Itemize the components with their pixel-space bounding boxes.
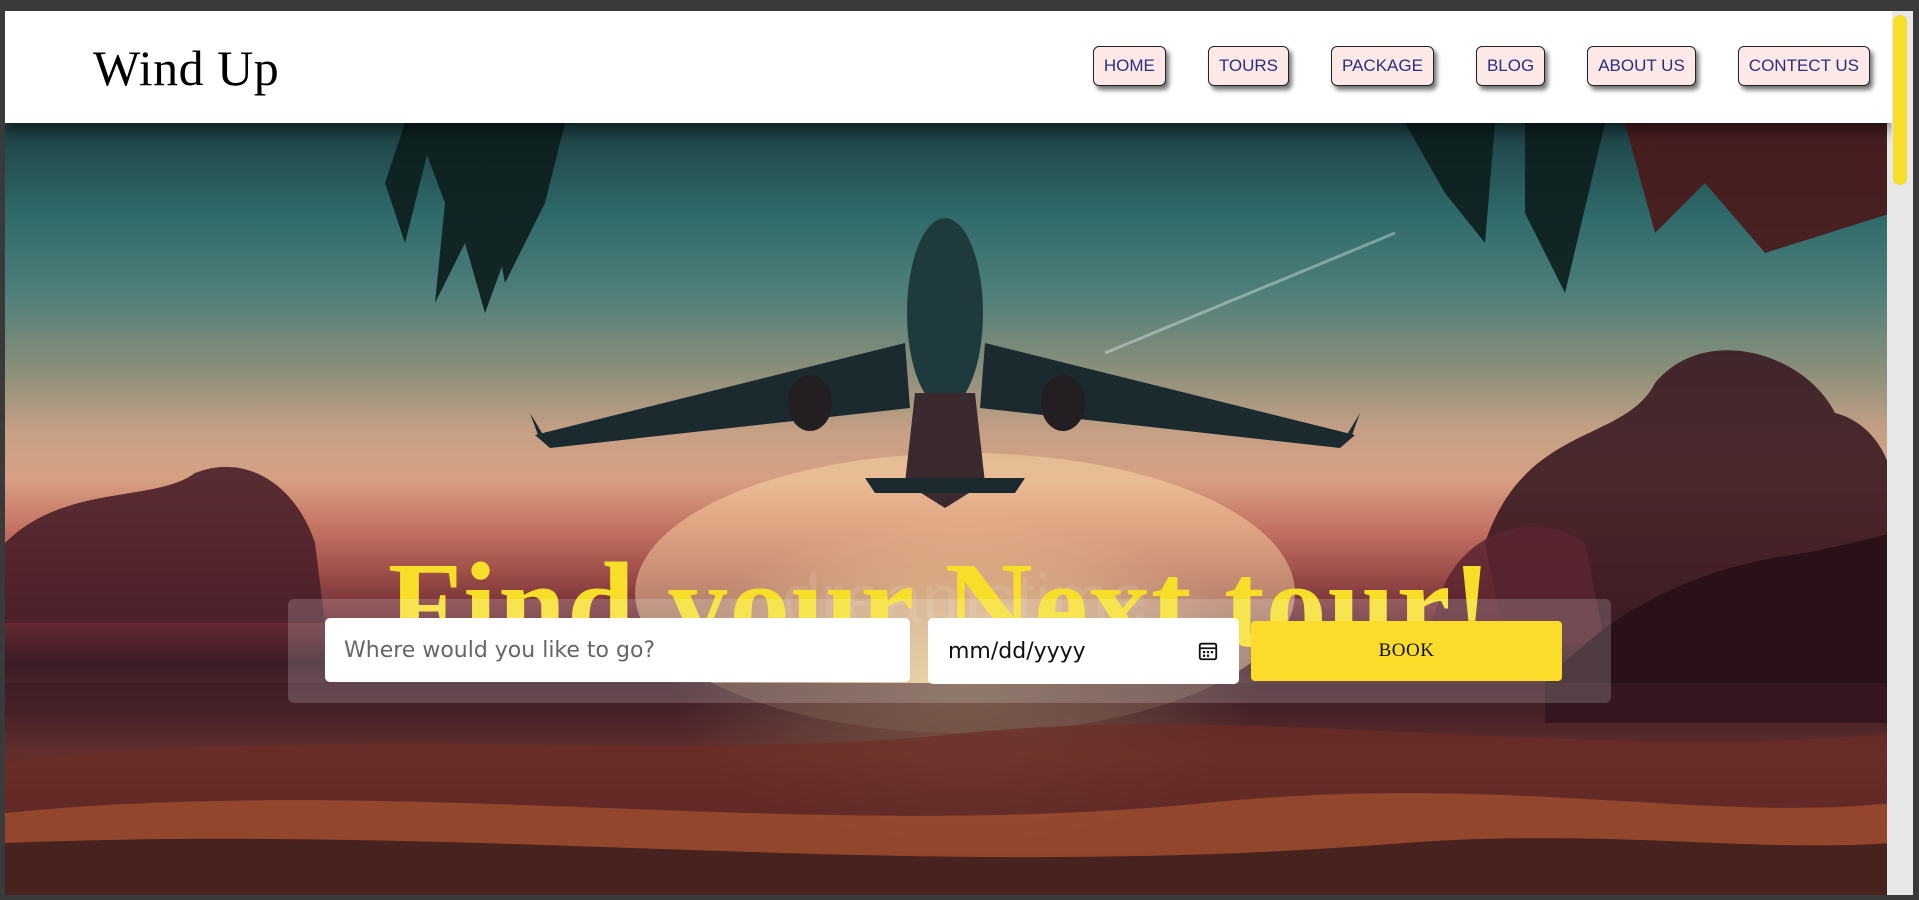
nav-tours-button[interactable]: TOURS: [1207, 46, 1290, 86]
date-input-value: mm/dd/yyyy: [948, 638, 1086, 664]
page-scrollbar[interactable]: [1887, 11, 1913, 895]
page-window: Wind Up HOME TOURS PACKAGE BLOG ABOUT US…: [5, 11, 1892, 895]
scrollbar-thumb[interactable]: [1893, 15, 1907, 185]
browser-bottom-strip: [0, 895, 1919, 900]
calendar-icon[interactable]: [1197, 640, 1219, 662]
hero-background-image: dreamstime: [5, 123, 1892, 895]
nav-contact-us-button[interactable]: CONTECT US: [1737, 46, 1870, 86]
brand-logo[interactable]: Wind Up: [93, 39, 279, 97]
nav-home-button[interactable]: HOME: [1092, 46, 1166, 86]
nav-about-us-button[interactable]: ABOUT US: [1587, 46, 1696, 86]
search-panel: mm/dd/yyyy BOOK: [288, 599, 1611, 703]
date-input[interactable]: mm/dd/yyyy: [928, 618, 1239, 684]
nav-menu: HOME TOURS PACKAGE BLOG ABOUT US CONTECT…: [1092, 46, 1870, 86]
destination-input[interactable]: [325, 618, 910, 682]
nav-package-button[interactable]: PACKAGE: [1331, 46, 1434, 86]
browser-top-strip: [0, 0, 1919, 11]
hero-section: dreamstime Find your Next tour! mm/dd/yy…: [5, 123, 1892, 895]
book-button[interactable]: BOOK: [1251, 621, 1562, 681]
nav-blog-button[interactable]: BLOG: [1475, 46, 1546, 86]
navbar: Wind Up HOME TOURS PACKAGE BLOG ABOUT US…: [5, 11, 1892, 123]
airplane-graphic: [530, 218, 1360, 508]
